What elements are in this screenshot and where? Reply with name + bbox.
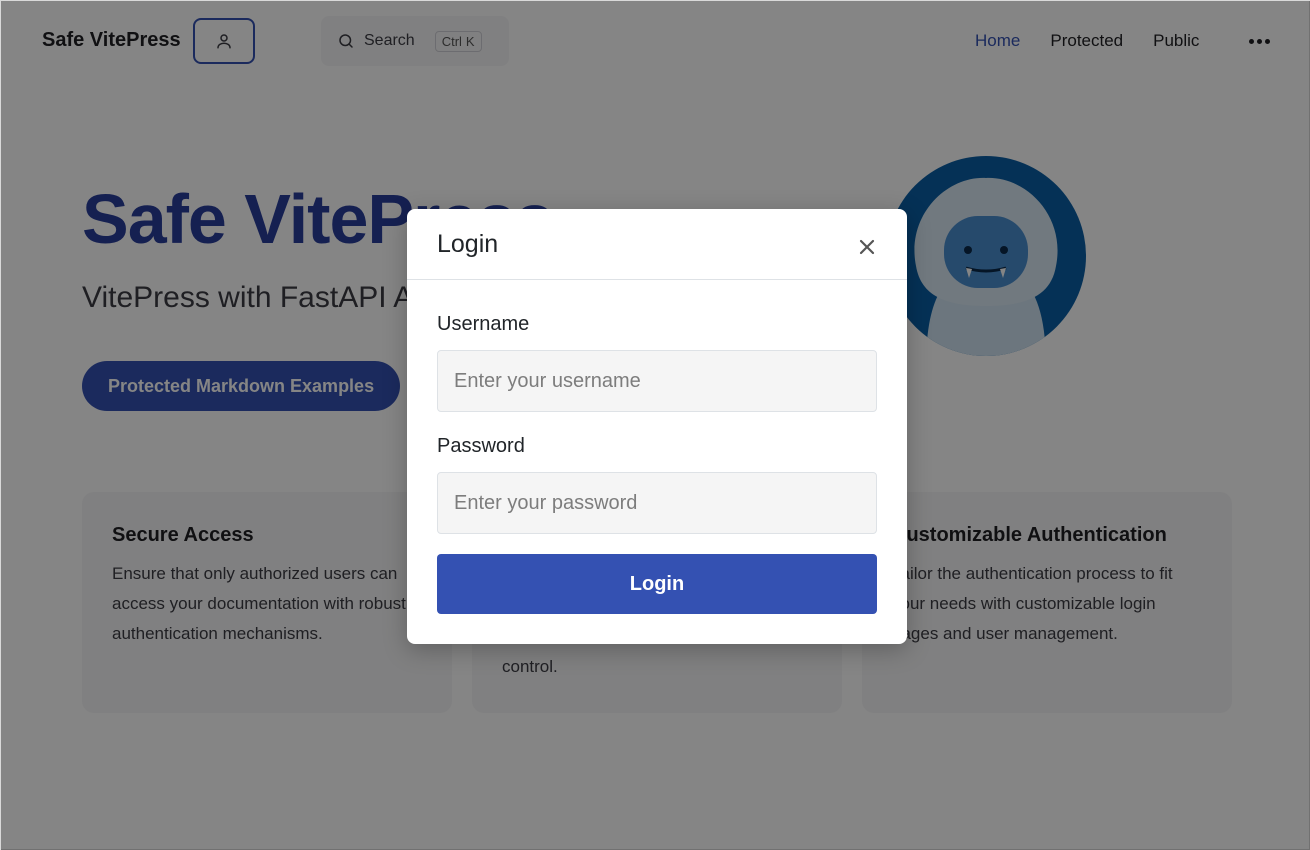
login-modal: Login Username Password Login xyxy=(407,209,907,644)
close-icon[interactable] xyxy=(857,237,877,257)
modal-header: Login xyxy=(407,209,907,280)
password-input[interactable] xyxy=(437,472,877,534)
username-input[interactable] xyxy=(437,350,877,412)
modal-title: Login xyxy=(437,230,499,258)
login-submit-button[interactable]: Login xyxy=(437,554,877,614)
password-label: Password xyxy=(437,435,525,457)
username-label: Username xyxy=(437,313,530,335)
page: Safe VitePress Search Ctrl K Home Protec… xyxy=(0,0,1310,850)
